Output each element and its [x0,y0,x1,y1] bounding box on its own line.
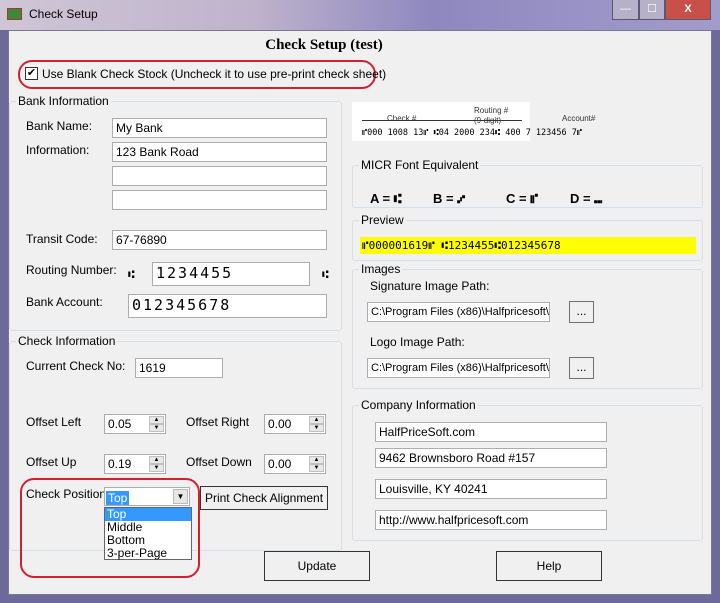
current-check-input[interactable]: 1619 [135,358,223,378]
offset-down-spinner[interactable]: 0.00 ▲ ▼ [264,454,326,474]
offset-up-label: Offset Up [26,455,77,469]
routing-caption: Routing # [474,106,509,115]
offset-left-label: Offset Left [26,415,82,429]
company-line-1[interactable]: HalfPriceSoft.com [375,422,607,442]
value: 0.00 [268,457,292,471]
micr-sample-line: ⑈000 1008 13⑈ ⑆04 2000 234⑆ 400 7 123456… [362,128,582,138]
spin-down-icon[interactable]: ▼ [309,424,324,432]
bank-name-input[interactable]: My Bank [112,118,327,138]
micr-a: A = ⑆ [370,191,402,206]
spin-up-icon[interactable]: ▲ [149,456,164,464]
bank-account-label: Bank Account: [26,295,103,309]
app-icon [7,8,22,20]
transit-code-input[interactable]: 67-76890 [112,230,327,250]
help-button[interactable]: Help [496,551,602,581]
value: 0.05 [108,417,132,431]
window-title: Check Setup [29,7,98,21]
offset-right-label: Offset Right [186,415,250,429]
group-label: Preview [359,213,406,227]
routing-number-input[interactable]: 1234455 [152,262,310,286]
information-line-3[interactable] [112,190,327,210]
close-button[interactable]: X [665,0,711,20]
maximize-button[interactable]: ☐ [639,0,665,20]
offset-down-label: Offset Down [186,455,252,469]
group-label: Bank Information [16,94,111,108]
update-button[interactable]: Update [264,551,370,581]
offset-up-spinner[interactable]: 0.19 ▲ ▼ [104,454,166,474]
information-label: Information: [26,143,90,157]
company-line-3[interactable]: Louisville, KY 40241 [375,479,607,499]
micr-d: D = ⑉ [570,191,603,206]
offset-left-spinner[interactable]: 0.05 ▲ ▼ [104,414,166,434]
minimize-button[interactable]: — [612,0,639,20]
check-position-dropdown: Top Middle Bottom 3-per-Page [104,507,192,560]
signature-path-label: Signature Image Path: [370,279,490,293]
blank-stock-label: Use Blank Check Stock (Uncheck it to use… [42,67,387,81]
current-check-label: Current Check No: [26,359,126,373]
spin-down-icon[interactable]: ▼ [149,464,164,472]
bank-name-label: Bank Name: [26,119,93,133]
micr-c: C = ⑈ [506,191,539,206]
group-label: Images [359,262,403,276]
company-line-4[interactable]: http://www.halfpricesoft.com [375,510,607,530]
signature-browse-button[interactable]: ... [569,301,594,323]
check-position-select[interactable]: Top ▼ [104,487,190,506]
routing-symbol-right: ⑆ [322,268,331,281]
information-line-2[interactable] [112,166,327,186]
spin-up-icon[interactable]: ▲ [149,416,164,424]
offset-right-spinner[interactable]: 0.00 ▲ ▼ [264,414,326,434]
routing-symbol-left: ⑆ [128,268,137,281]
page-title: Check Setup (test) [265,37,383,53]
print-check-alignment-button[interactable]: Print Check Alignment [200,486,328,510]
spin-up-icon[interactable]: ▲ [309,456,324,464]
spin-down-icon[interactable]: ▼ [149,424,164,432]
title-bar: Check Setup — ☐ X [0,0,720,30]
value: 0.19 [108,457,132,471]
signature-path-input[interactable]: C:\Program Files (x86)\Halfpricesoft\e [367,302,550,322]
company-line-2[interactable]: 9462 Brownsboro Road #157 [375,448,607,468]
routing-number-label: Routing Number: [26,263,117,277]
logo-browse-button[interactable]: ... [569,357,594,379]
option-3-per-page[interactable]: 3-per-Page [105,547,191,560]
blank-stock-checkbox[interactable]: ✔ [25,67,38,80]
selected-value: Top [106,491,130,505]
spin-down-icon[interactable]: ▼ [309,464,324,472]
information-line-1[interactable]: 123 Bank Road [112,142,327,162]
check-position-label: Check Position [26,487,107,501]
logo-path-input[interactable]: C:\Program Files (x86)\Halfpricesoft\e [367,358,550,378]
logo-path-label: Logo Image Path: [370,335,465,349]
micr-brackets [362,120,522,127]
chevron-down-icon[interactable]: ▼ [173,489,188,504]
transit-code-label: Transit Code: [26,232,98,246]
spin-up-icon[interactable]: ▲ [309,416,324,424]
bank-account-input[interactable]: 012345678 [128,294,327,318]
group-label: MICR Font Equivalent [359,158,481,172]
preview-micr-line: ⑈000001619⑈ ⑆1234455⑆012345678 [360,237,696,254]
group-label: Company Information [359,398,478,412]
account-caption: Account# [562,114,596,123]
value: 0.00 [268,417,292,431]
micr-b: B = ⑇ [433,191,466,206]
micr-sample-image: Check # Routing # (9-digit) Account# ⑈00… [352,102,595,141]
group-label: Check Information [16,334,118,348]
